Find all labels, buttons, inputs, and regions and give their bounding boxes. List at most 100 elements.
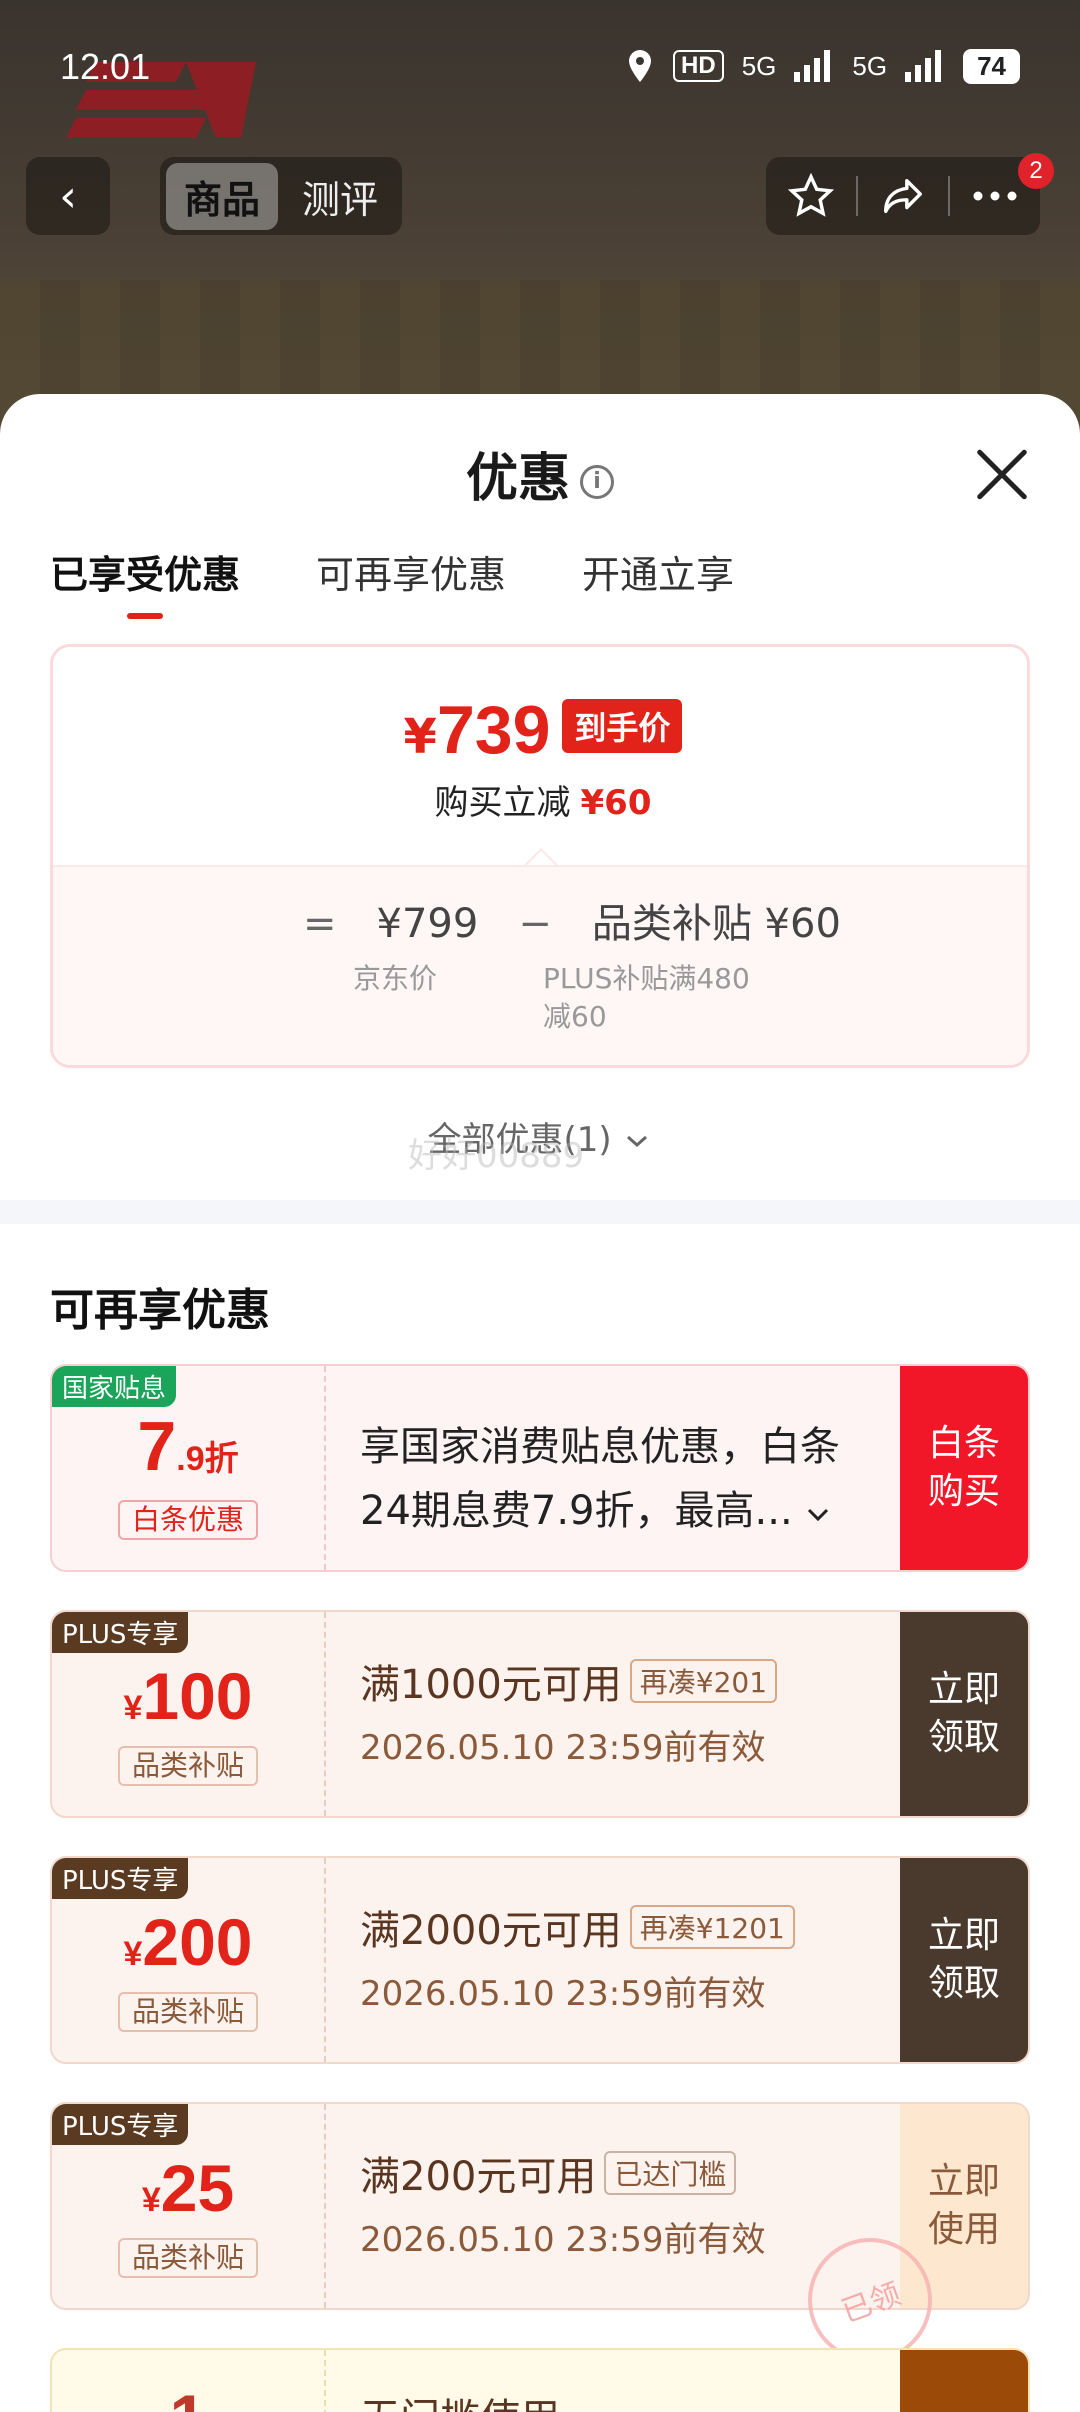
coupon-amount: 1 bbox=[52, 2380, 324, 2412]
coupon-detail[interactable]: 享国家消费贴息优惠，白条 24期息费7.9折，最高... bbox=[324, 1366, 900, 1570]
location-icon bbox=[629, 50, 652, 82]
discount-tabs: 已享受优惠 可再享优惠 开通立享 bbox=[50, 544, 734, 619]
final-price: ¥739 到手价 bbox=[53, 691, 1027, 769]
top-navigation: ‹ 商品 测评 2 bbox=[0, 153, 1080, 239]
coupon-desc-line1: 享国家消费贴息优惠，白条 bbox=[360, 1424, 840, 1470]
coupon-detail: 满2000元可用 再凑¥1201 2026.05.10 23:59前有效 bbox=[324, 1858, 900, 2062]
price-formula: = ¥799 − 品类补贴 ¥60 bbox=[303, 891, 841, 949]
signal-icon-2 bbox=[905, 50, 942, 82]
instant-reduction: 购买立减 ¥60 bbox=[53, 775, 1027, 824]
coupon-category: 品类补贴 bbox=[118, 2238, 258, 2278]
claim-button[interactable]: 立即领取 bbox=[900, 1858, 1028, 2062]
close-button[interactable] bbox=[972, 444, 1032, 504]
coupon-badge: PLUS专享 bbox=[52, 1858, 189, 1899]
coupon-threshold: 满200元可用 已达门槛 bbox=[360, 2144, 900, 2202]
signal-icon bbox=[794, 50, 831, 82]
favorite-button[interactable] bbox=[766, 157, 856, 235]
coupon-amount-value: 200 bbox=[142, 1905, 253, 1979]
coupon-desc-line2: 24期息费7.9折，最高... bbox=[360, 1478, 900, 1536]
final-price-tag: 到手价 bbox=[562, 699, 683, 753]
minus-sign: − bbox=[518, 901, 552, 947]
page-segment-tabs: 商品 测评 bbox=[160, 157, 403, 235]
network-5g-2: 5G bbox=[852, 50, 888, 81]
header-actions bbox=[766, 157, 1040, 235]
jd-price-label: 京东价 bbox=[353, 962, 438, 995]
battery-indicator: 74 bbox=[963, 48, 1020, 84]
network-5g-1: 5G bbox=[741, 50, 777, 81]
coupon-category: 品类补贴 bbox=[118, 1992, 258, 2032]
coupon-expiry: 2026.05.10 23:59前有效 bbox=[360, 1728, 766, 1768]
tab-more-discounts[interactable]: 可再享优惠 bbox=[316, 544, 506, 599]
star-icon bbox=[788, 173, 834, 217]
back-button[interactable]: ‹ bbox=[26, 157, 110, 235]
coupon-action-button[interactable] bbox=[900, 2350, 1028, 2412]
coupon-threshold: 满1000元可用 再凑¥201 bbox=[360, 1652, 900, 1710]
plus-subsidy-label: PLUS补贴满480 bbox=[543, 962, 750, 995]
coupon-amount: ¥100 bbox=[52, 1658, 324, 1734]
baitiao-buy-button[interactable]: 白条购买 bbox=[900, 1366, 1028, 1570]
coupon-category: 白条优惠 bbox=[118, 1500, 258, 1540]
coupon-category: 品类补贴 bbox=[118, 1746, 258, 1786]
coupon-card-100: PLUS专享 ¥100 品类补贴 满1000元可用 再凑¥201 2026.05.… bbox=[50, 1610, 1030, 1818]
coupon-threshold-text: 满200元可用 bbox=[360, 2154, 597, 2200]
coupon-card-no-threshold: 1 无门槛使用 bbox=[50, 2348, 1030, 2412]
coupon-value-block: PLUS专享 ¥100 品类补贴 bbox=[52, 1612, 324, 1816]
currency-symbol: ¥ bbox=[123, 1935, 143, 1973]
tab-review[interactable]: 测评 bbox=[284, 163, 396, 230]
back-arrow-icon: ‹ bbox=[59, 170, 77, 222]
sheet-title-text: 优惠 bbox=[465, 449, 570, 509]
reduction-label: 购买立减 bbox=[434, 783, 571, 823]
watermark: 好好00889 bbox=[408, 1136, 585, 1176]
coupon-value-block: 国家贴息 7.9折 白条优惠 bbox=[52, 1366, 324, 1570]
coupon-detail: 无门槛使用 bbox=[324, 2350, 900, 2412]
final-price-value: 739 bbox=[436, 692, 551, 768]
currency-symbol: ¥ bbox=[141, 2181, 161, 2219]
status-time: 12:01 bbox=[60, 46, 151, 87]
tab-enjoyed-discounts[interactable]: 已享受优惠 bbox=[50, 544, 240, 619]
jd-price-value: ¥799 bbox=[376, 901, 479, 947]
coupon-card-interest: 国家贴息 7.9折 白条优惠 享国家消费贴息优惠，白条 24期息费7.9折，最高… bbox=[50, 1364, 1030, 1572]
plus-subsidy-label-2: 减60 bbox=[543, 1000, 607, 1033]
coupon-amount: ¥200 bbox=[52, 1904, 324, 1980]
coupon-card-200: PLUS专享 ¥200 品类补贴 满2000元可用 再凑¥1201 2026.05… bbox=[50, 1856, 1030, 2064]
hd-indicator: HD bbox=[673, 50, 724, 82]
price-breakdown-card: ¥739 到手价 购买立减 ¥60 = ¥799 − 品类补贴 ¥60 京东价 PL… bbox=[50, 644, 1030, 1068]
sheet-title: 优惠 i bbox=[0, 436, 1080, 511]
coupon-amount-value: 25 bbox=[160, 2151, 235, 2225]
coupon-gap-chip[interactable]: 再凑¥201 bbox=[629, 1659, 778, 1703]
coupon-threshold-text: 满2000元可用 bbox=[360, 1908, 622, 1954]
expand-chevron-icon bbox=[808, 1508, 829, 1522]
chevron-down-icon bbox=[627, 1135, 648, 1148]
coupon-detail: 满1000元可用 再凑¥201 2026.05.10 23:59前有效 bbox=[324, 1612, 900, 1816]
subsidy-value: 品类补贴 ¥60 bbox=[591, 901, 841, 947]
claim-button[interactable]: 立即领取 bbox=[900, 1612, 1028, 1816]
tab-product[interactable]: 商品 bbox=[166, 162, 279, 230]
equals-sign: = bbox=[303, 901, 337, 947]
share-button[interactable] bbox=[858, 157, 948, 235]
coupon-threshold-text: 满1000元可用 bbox=[360, 1662, 622, 1708]
action-label: 白条购买 bbox=[927, 1423, 1000, 1512]
coupon-amount-value: 1 bbox=[170, 2381, 207, 2412]
coupon-expiry: 2026.05.10 23:59前有效 bbox=[360, 1974, 766, 2014]
section-title: 可再享优惠 bbox=[50, 1285, 270, 1336]
coupon-discount-rate: 7.9折 bbox=[52, 1406, 324, 1486]
info-icon[interactable]: i bbox=[580, 465, 614, 499]
reduction-value: ¥60 bbox=[580, 783, 652, 823]
share-icon bbox=[884, 178, 922, 214]
coupon-desc-line2-text: 24期息费7.9折，最高... bbox=[360, 1488, 793, 1534]
coupon-value-block: PLUS专享 ¥200 品类补贴 bbox=[52, 1858, 324, 2062]
coupon-value-block: PLUS专享 ¥25 品类补贴 bbox=[52, 2104, 324, 2308]
coupon-badge: PLUS专享 bbox=[52, 2104, 189, 2145]
tab-activate-discounts[interactable]: 开通立享 bbox=[582, 544, 734, 599]
coupon-gap-chip[interactable]: 再凑¥1201 bbox=[629, 1905, 795, 1949]
discount-rate-big: 7 bbox=[137, 1407, 177, 1485]
coupon-amount: ¥25 bbox=[52, 2150, 324, 2226]
final-price-section: ¥739 到手价 购买立减 ¥60 bbox=[53, 647, 1027, 865]
coupon-badge: 国家贴息 bbox=[52, 1366, 177, 1407]
action-label: 立即领取 bbox=[927, 1915, 1000, 2004]
coupon-status-chip: 已达门槛 bbox=[604, 2151, 737, 2195]
notification-badge: 2 bbox=[1018, 153, 1054, 189]
currency-symbol: ¥ bbox=[123, 1689, 143, 1727]
discount-rate-small: .9折 bbox=[176, 1440, 239, 1478]
price-formula-section: = ¥799 − 品类补贴 ¥60 京东价 PLUS补贴满480 减60 bbox=[53, 865, 1027, 1065]
